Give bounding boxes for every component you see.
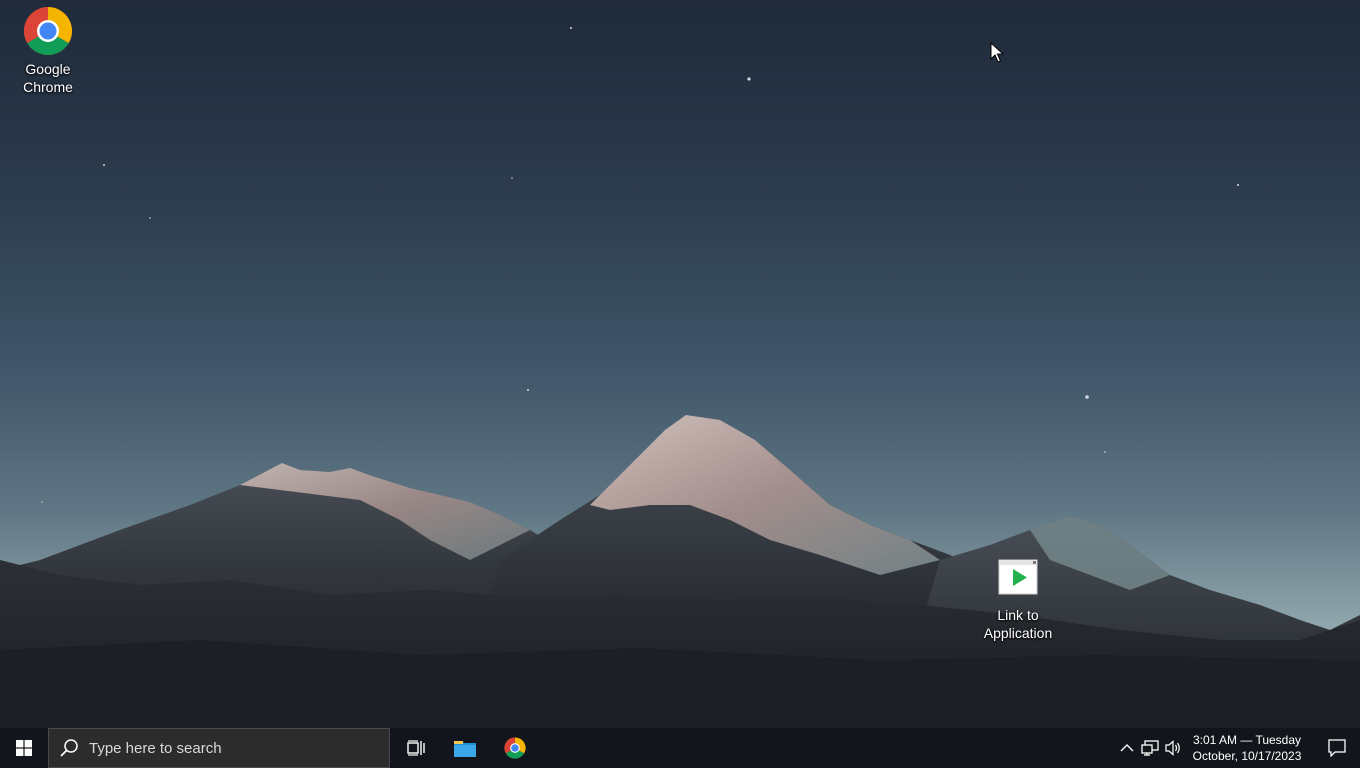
desktop-icon-chrome[interactable]: Google Chrome <box>6 6 90 96</box>
file-explorer-button[interactable] <box>440 728 490 768</box>
taskbar: Type here to search 3:01 AM — Tuesday Oc… <box>0 728 1360 768</box>
chrome-icon <box>504 737 526 759</box>
network-icon <box>1141 740 1159 756</box>
task-view-button[interactable] <box>392 728 440 768</box>
stars <box>41 27 1239 503</box>
volume-button[interactable] <box>1162 728 1186 768</box>
clock-time: 3:01 AM — Tuesday <box>1192 733 1302 747</box>
search-input[interactable]: Type here to search <box>48 728 390 768</box>
mouse-pointer-icon <box>990 42 1004 63</box>
desktop-icon-link-to-application[interactable]: Link to Application <box>976 552 1060 642</box>
application-shortcut-icon <box>998 559 1038 595</box>
chrome-icon <box>23 6 73 56</box>
task-view-icon <box>407 740 425 756</box>
search-placeholder: Type here to search <box>89 739 222 757</box>
windows-logo-icon <box>16 740 32 756</box>
desktop-icon-label: Google Chrome <box>23 61 73 95</box>
start-button[interactable] <box>0 728 48 768</box>
clock-date: October, 10/17/2023 <box>1192 749 1302 763</box>
show-hidden-icons-button[interactable] <box>1116 728 1138 768</box>
desktop[interactable]: Google Chrome Link to Application <box>0 0 1360 728</box>
clock[interactable]: 3:01 AM — Tuesday October, 10/17/2023 <box>1190 728 1304 768</box>
chrome-taskbar-button[interactable] <box>490 728 540 768</box>
mountain-wallpaper <box>0 27 1360 728</box>
action-center-button[interactable] <box>1314 728 1360 768</box>
volume-icon <box>1165 740 1180 756</box>
notification-icon <box>1328 739 1346 757</box>
chevron-up-icon <box>1120 744 1134 752</box>
network-button[interactable] <box>1138 728 1162 768</box>
search-icon <box>60 739 78 757</box>
desktop-icon-label: Link to Application <box>983 607 1053 641</box>
folder-icon <box>454 741 476 757</box>
